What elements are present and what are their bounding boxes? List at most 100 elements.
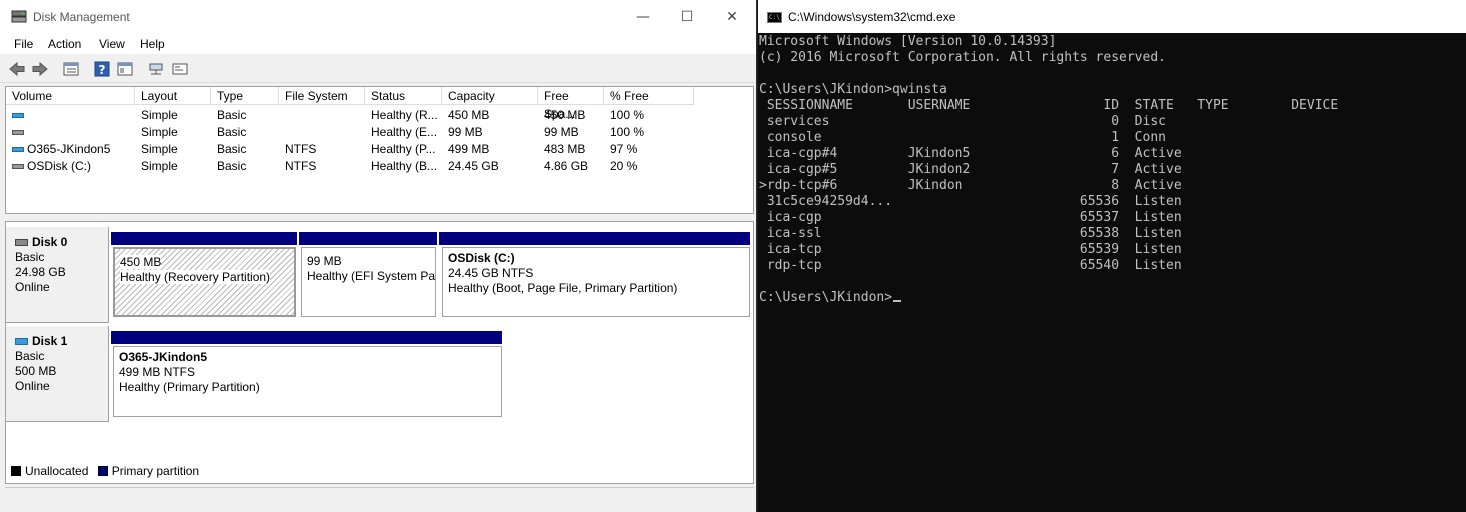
table-cell: 24.45 GB — [448, 159, 499, 173]
table-cell: 100 % — [610, 125, 645, 139]
table-cell: Healthy (P... — [371, 142, 436, 156]
table-cell: Healthy (R... — [371, 108, 438, 122]
column-header-free-space[interactable]: Free Spa... — [538, 87, 604, 121]
properties-icon[interactable] — [116, 60, 134, 78]
text-cursor — [893, 300, 902, 302]
column-header-layout[interactable]: Layout — [135, 87, 211, 105]
status-bar — [5, 487, 754, 507]
console-icon[interactable] — [171, 60, 189, 78]
table-cell: Simple — [141, 142, 178, 156]
column-header-percent-free[interactable]: % Free — [604, 87, 694, 105]
partition-efi[interactable]: 99 MB Healthy (EFI System Par — [301, 247, 436, 317]
list-view-icon[interactable] — [62, 60, 80, 78]
terminal-line: rdp-tcp 65540 Listen — [759, 258, 1182, 273]
partition-bar — [299, 232, 437, 245]
cmd-window-title: C:\Windows\system32\cmd.exe — [788, 10, 956, 24]
window-title: Disk Management — [33, 10, 130, 24]
volume-list: Volume Layout Type File System Status Ca… — [5, 86, 754, 214]
table-row[interactable]: OSDisk (C:) — [6, 158, 135, 175]
table-cell: 20 % — [610, 159, 638, 173]
terminal-line: ica-tcp 65539 Listen — [759, 242, 1182, 257]
terminal-line: (c) 2016 Microsoft Corporation. All righ… — [759, 50, 1166, 65]
partition-bar — [439, 232, 750, 245]
table-cell: 100 % — [610, 108, 645, 122]
column-header-file-system[interactable]: File System — [279, 87, 365, 105]
table-cell: Basic — [217, 108, 247, 122]
cmd-title-bar[interactable]: C:\ C:\Windows\system32\cmd.exe — [758, 0, 1466, 33]
table-cell: NTFS — [285, 159, 317, 173]
forward-arrow-icon[interactable] — [31, 60, 49, 78]
terminal-line: Microsoft Windows [Version 10.0.14393] — [759, 34, 1057, 49]
close-button[interactable]: ✕ — [717, 7, 747, 27]
volume-icon — [12, 147, 24, 153]
disk-0-label[interactable]: Disk 0 Basic 24.98 GB Online — [6, 227, 109, 323]
partition-bar — [111, 232, 297, 245]
table-cell: 450 MB — [544, 108, 586, 122]
terminal-output[interactable]: Microsoft Windows [Version 10.0.14393] (… — [758, 33, 1466, 512]
table-cell: Basic — [217, 142, 247, 156]
legend-unallocated: Unallocated — [25, 464, 89, 478]
table-cell: Healthy (E... — [371, 125, 438, 139]
menu-action[interactable]: Action — [48, 37, 81, 51]
terminal-prompt: C:\Users\JKindon> — [759, 290, 893, 305]
terminal-line: >rdp-tcp#6 JKindon 8 Active — [759, 178, 1182, 193]
table-cell: 97 % — [610, 142, 638, 156]
table-cell: Basic — [217, 159, 247, 173]
disk-icon — [15, 338, 28, 346]
table-cell — [279, 107, 365, 124]
volume-icon — [12, 130, 24, 136]
table-row[interactable]: O365-JKindon5 — [6, 141, 135, 158]
back-arrow-icon[interactable] — [8, 60, 26, 78]
terminal-line: 31c5ce94259d4... 65536 Listen — [759, 194, 1182, 209]
disk-management-window: Disk Management — ☐ ✕ File Action View H… — [0, 0, 757, 512]
menu-file[interactable]: File — [14, 37, 33, 51]
minimize-button[interactable]: — — [628, 7, 658, 27]
disk-management-icon — [11, 10, 27, 23]
table-cell — [279, 124, 365, 141]
volume-icon — [12, 164, 24, 170]
menu-bar: File Action View Help — [0, 34, 756, 54]
disk-graphical-view: Disk 0 Basic 24.98 GB Online 450 MB Heal… — [5, 221, 754, 484]
terminal-prompt-line[interactable]: C:\Users\JKindon> — [759, 290, 902, 306]
column-header-volume[interactable]: Volume — [6, 87, 135, 105]
column-header-type[interactable]: Type — [211, 87, 279, 105]
connect-icon[interactable] — [147, 60, 165, 78]
partition-o365[interactable]: O365-JKindon5 499 MB NTFS Healthy (Prima… — [113, 346, 502, 417]
table-cell: 450 MB — [448, 108, 490, 122]
disk-1-label[interactable]: Disk 1 Basic 500 MB Online — [6, 326, 109, 422]
table-cell: Healthy (B... — [371, 159, 438, 173]
terminal-line: SESSIONNAME USERNAME ID STATE TYPE DEVIC… — [759, 98, 1339, 113]
menu-view[interactable]: View — [99, 37, 125, 51]
title-bar[interactable]: Disk Management — ☐ ✕ — [0, 0, 756, 34]
terminal-line: services 0 Disc — [759, 114, 1166, 129]
help-icon[interactable]: ? — [93, 60, 111, 78]
partition-osdisk[interactable]: OSDisk (C:) 24.45 GB NTFS Healthy (Boot,… — [442, 247, 750, 317]
table-cell: 4.86 GB — [544, 159, 589, 173]
legend: Unallocated Primary partition — [11, 464, 199, 484]
legend-swatch-unallocated — [11, 466, 21, 476]
terminal-line: ica-cgp#4 JKindon5 6 Active — [759, 146, 1182, 161]
table-cell: Simple — [141, 108, 178, 122]
table-cell: 99 MB — [544, 125, 579, 139]
cmd-window: C:\ C:\Windows\system32\cmd.exe Microsof… — [758, 0, 1466, 512]
column-header-status[interactable]: Status — [365, 87, 442, 105]
terminal-line: C:\Users\JKindon>qwinsta — [759, 82, 947, 97]
terminal-line: ica-cgp 65537 Listen — [759, 210, 1182, 225]
table-cell: 99 MB — [448, 125, 483, 139]
table-cell: 499 MB — [448, 142, 490, 156]
table-row[interactable] — [6, 107, 135, 124]
partition-recovery[interactable]: 450 MB Healthy (Recovery Partition) — [113, 247, 296, 317]
volume-icon — [12, 113, 24, 119]
table-cell: Basic — [217, 125, 247, 139]
toolbar: ? — [0, 55, 756, 83]
terminal-line: console 1 Conn — [759, 130, 1166, 145]
svg-text:?: ? — [99, 63, 106, 77]
table-row[interactable] — [6, 124, 135, 141]
table-cell: Simple — [141, 159, 178, 173]
maximize-button[interactable]: ☐ — [672, 7, 702, 27]
legend-primary-partition: Primary partition — [111, 464, 200, 478]
terminal-line: ica-cgp#5 JKindon2 7 Active — [759, 162, 1182, 177]
partition-bar — [111, 331, 502, 344]
column-header-capacity[interactable]: Capacity — [442, 87, 538, 105]
menu-help[interactable]: Help — [140, 37, 165, 51]
